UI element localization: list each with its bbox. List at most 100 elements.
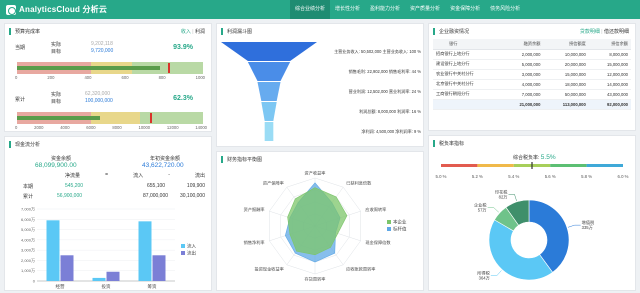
legend-label: 本企业 [393,219,407,226]
cumulative-bullet [17,112,203,124]
cell: 5,000,000 [501,59,544,70]
nav-tab-funding[interactable]: 资金保障分析 [445,0,485,19]
cell: 14,000,000 [588,79,631,90]
tab-repay-detail[interactable]: 借还款明细 [604,29,629,35]
cell: 农业银行中关村分行 [433,69,502,80]
col-net: 净流量 [65,173,81,179]
toggle-profit[interactable]: 利润 [195,29,205,35]
tick: 1000 [195,75,205,80]
nav-tab-asset-quality[interactable]: 资产质量分析 [405,0,445,19]
col-credit: 授信额度 [543,39,589,50]
funnel-stage [247,62,291,81]
donut-label: 335万 [582,225,593,231]
radar-axis-label: 应收账款周转率 [346,265,375,272]
tax-title: 税负率指标 [433,140,464,147]
cell: 15,000,000 [543,69,589,80]
row-label: 累计 [23,194,34,200]
table-row[interactable]: 工商银行朝阳分行 7,000,000 50,000,000 43,000,000 [433,89,631,100]
cell: 113,000,000 [543,99,589,110]
col-eq: = [105,172,109,178]
table-row[interactable]: 建设银行上地分行 5,000,000 20,000,000 15,000,000 [433,59,631,70]
radar-axis-label: 应收周转率 [365,206,386,213]
cumulative-rate: 62.3% [173,95,193,102]
radar-axis-label: 资产收益率 [305,170,326,177]
col-credit-balance: 授信余额 [588,39,631,50]
gauge-tick-label: 5.0 % [436,174,447,179]
current-rate: 93.9% [173,44,193,51]
donut-leader [567,224,581,228]
legend-swatch [181,244,185,248]
app-logo[interactable]: AnalyticsCloud 分析云 [6,4,107,15]
cumulative-target: 100,000,000 [85,98,113,104]
tick: 14000 [195,125,207,130]
current-label: 当期 [15,45,26,51]
cell: 8,000,000 [588,49,631,60]
finance-radar-panel: 财务指标平衡图 资产收益率 已获利息倍数 应收周转率 现金保障倍数 应收账款周转率 存货周… [216,151,424,291]
budget-toggle: 收入 | 利润 [180,29,205,35]
main-nav: 综合业绩分析 增长性分析 盈利能力分析 资产质量分析 资金保障分析 债务风险分析 [290,0,525,19]
cell: 4,000,000 [501,79,544,90]
tax-panel: 税负率指标 综合税负率: 5.5% 5.0 % 5.2 % 5.4 % 5.6 % 5.… [428,135,636,291]
row-net: 56,900,000 [57,193,83,199]
table-row[interactable]: 农业银行中关村分行 3,000,000 15,000,000 12,000,00… [433,69,631,80]
tax-rate-row: 综合税负率: 5.5% [513,154,556,161]
tick: 0 [15,75,18,80]
table-row[interactable]: 北京银行中关村分行 4,000,000 18,000,000 14,000,00… [433,79,631,90]
legend-swatch [181,251,185,255]
bar-inflow [138,221,152,281]
bar-inflow [46,220,60,281]
col-balance: 融资余额 [501,39,544,50]
cell: 43,000,000 [588,89,631,100]
gauge-tick-label: 5.4 % [508,174,519,179]
funnel-stage-label: 净利润: 4,500,000 净利润率: 9 % [361,128,421,134]
row-inflow: 655,100 [147,183,166,189]
tick: 8000 [112,125,122,130]
nav-tab-debt-risk[interactable]: 债务风险分析 [485,0,525,19]
logo-icon [6,4,16,15]
donut-leader [490,270,502,276]
x-tick-label: 筹资 [148,283,157,290]
nav-tab-profitability[interactable]: 盈利能力分析 [365,0,405,19]
loans-tabs: 贷款明细 | 借还款明细 [579,29,629,35]
y-tick-label: 6,000万 [21,217,35,222]
cell [433,99,502,110]
balance-label: 资金余额 [51,156,72,162]
tick: 200 [47,75,55,80]
col-outflow: 流出 [194,173,205,179]
funnel-stage-label: 主营业务收入: 50,502,000 主营业务收入: 100 % [334,48,421,54]
gauge-segment [441,164,478,167]
funnel-stage-label: 销售毛利: 22,902,000 销售毛利率: 44 % [349,68,422,74]
tab-loan-detail[interactable]: 贷款明细 [580,29,600,35]
radar-axis-label: 已获利息倍数 [346,180,372,187]
balance-value: 68,099,900.00 [35,162,77,169]
radar-series [287,187,348,256]
x-tick-label: 投资 [102,283,111,290]
donut-leader [508,194,517,201]
current-target-marker [167,63,170,73]
cashflow-bar-chart: 7,000万 6,000万 5,000万 4,000万 3,000万 2,000万 1,00… [21,207,197,291]
funnel-stage-label: 营业利润: 12,502,000 营业利润率: 24 % [349,88,422,94]
budget-panel: 预算完成率 收入 | 利润 当期 实际 目标 9,202,118 9,720,0… [4,23,212,132]
toggle-revenue[interactable]: 收入 [181,29,191,35]
y-tick-label: 7,000万 [21,207,35,212]
nav-tab-overall[interactable]: 综合业绩分析 [290,0,331,19]
tax-pie-chart: 增值税335万所得税364万企业税57万印花税82万 [474,188,595,281]
cell: 15,000,000 [588,59,631,70]
tick: 600 [121,75,129,80]
tick: 400 [84,75,92,80]
loans-table: 银行 融资余额 授信额度 授信余额 招商银行上地分行 2,000,000 10,… [433,39,631,110]
finance-radar-chart: 资产收益率已获利息倍数应收周转率现金保障倍数应收账款周转率存货周转率 投资现金收益… [244,170,407,283]
row-inflow: 87,000,000 [143,193,169,199]
gauge-needle [531,162,533,169]
y-tick-label: 2,000万 [21,258,35,263]
cumulative-target-label: 目标 [51,99,62,105]
budget-title: 预算完成率 [9,28,40,35]
nav-tab-growth[interactable]: 增长性分析 [330,0,365,19]
daily-value: 43,622,720.00 [142,162,184,169]
bar-outflow [60,255,74,281]
gauge-tick-label: 5.8 % [581,174,592,179]
tick: 12000 [166,125,179,130]
cell: 92,000,000 [588,99,631,110]
table-row[interactable]: 招商银行上地分行 2,000,000 10,000,000 8,000,000 [433,49,631,60]
current-actual-label: 实际 [51,42,62,48]
